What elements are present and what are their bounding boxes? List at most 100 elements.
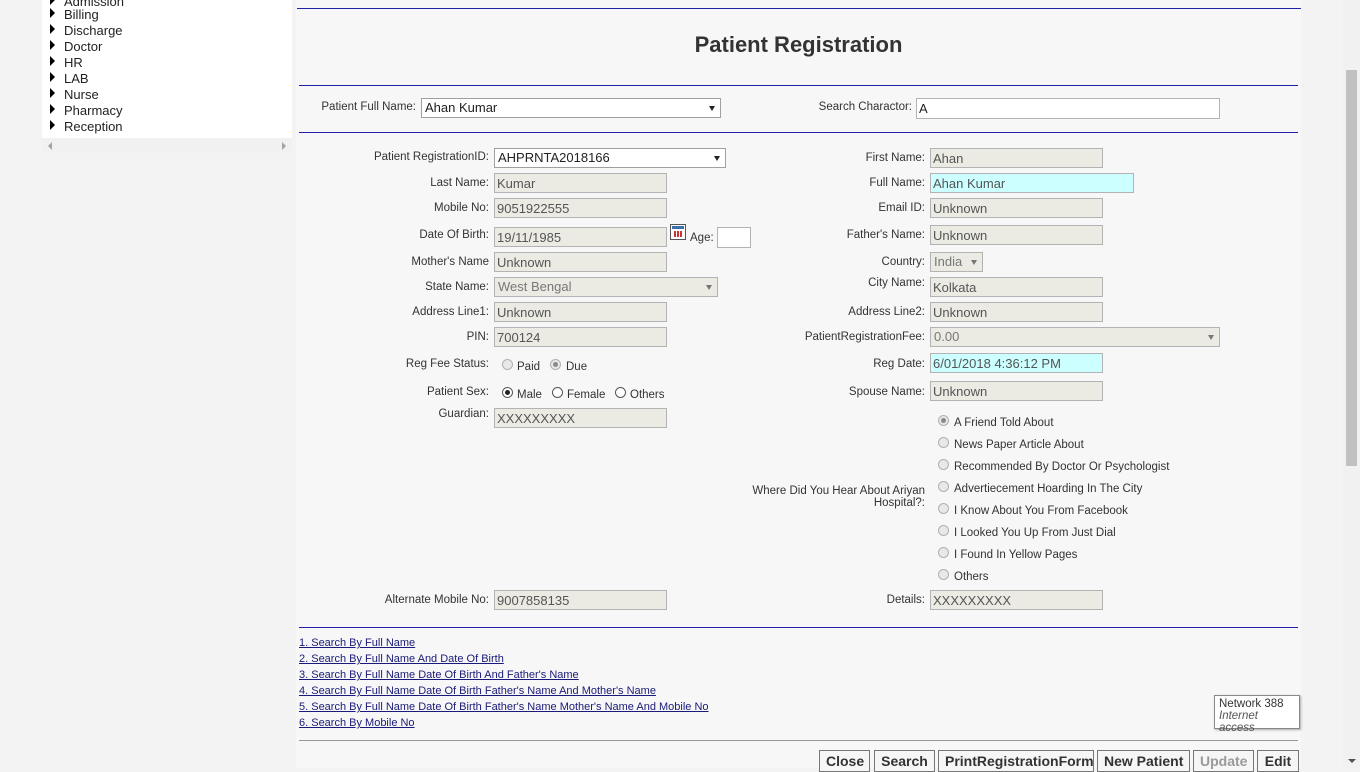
search-link-name-dob[interactable]: 2. Search By Full Name And Date Of Birth	[299, 653, 504, 665]
first-name-field[interactable]: Ahan	[930, 148, 1103, 168]
reg-date-field[interactable]: 6/01/2018 4:36:12 PM	[930, 353, 1103, 373]
registration-fee-dropdown[interactable]: 0.00	[930, 327, 1220, 347]
hear-about-option: I Looked You Up From Just Dial	[954, 527, 1116, 539]
scrollbar-thumb[interactable]	[1346, 70, 1357, 466]
reg-fee-paid-label: Paid	[517, 361, 541, 373]
sex-female-radio[interactable]	[552, 387, 563, 398]
hear-about-option: Others	[954, 571, 989, 583]
expand-triangle-icon[interactable]	[50, 24, 55, 34]
patient-full-name-label: Patient Full Name:	[321, 101, 416, 113]
address-line2-field[interactable]: Unknown	[930, 302, 1103, 322]
search-link-name-dob-father-mother-mobile[interactable]: 5. Search By Full Name Date Of Birth Fat…	[299, 701, 709, 713]
email-id-label: Email ID:	[878, 202, 925, 214]
tree-item-nurse[interactable]: Nurse	[50, 87, 99, 103]
hear-about-option: News Paper Article About	[954, 439, 1084, 451]
registration-id-label: Patient RegistrationID:	[373, 151, 489, 163]
expand-triangle-icon[interactable]	[50, 88, 55, 98]
network-tooltip: Network 388 Internet access	[1214, 695, 1300, 734]
hear-about-radio[interactable]	[938, 437, 949, 448]
scroll-left-icon[interactable]	[48, 142, 52, 150]
tree-item-doctor[interactable]: Doctor	[50, 39, 102, 55]
scroll-right-icon[interactable]	[282, 142, 286, 150]
hear-about-option: Recommended By Doctor Or Psychologist	[954, 461, 1170, 473]
search-link-full-name[interactable]: 1. Search By Full Name	[299, 637, 415, 649]
hear-about-radio[interactable]	[938, 569, 949, 580]
sex-male-radio[interactable]	[502, 387, 513, 398]
city-name-field[interactable]: Kolkata	[930, 277, 1103, 297]
hear-about-option: A Friend Told About	[954, 417, 1054, 429]
alternate-mobile-field[interactable]: 9007858135	[494, 590, 667, 610]
state-name-label: State Name:	[425, 281, 489, 293]
address-line1-label: Address Line1:	[412, 306, 489, 318]
details-field[interactable]: XXXXXXXXX	[930, 590, 1103, 610]
mothers-name-label: Mother's Name	[411, 256, 489, 268]
edit-button[interactable]: Edit	[1257, 750, 1299, 772]
reg-date-label: Reg Date:	[873, 358, 925, 370]
expand-triangle-icon[interactable]	[50, 120, 55, 130]
last-name-field[interactable]: Kumar	[494, 173, 667, 193]
reg-fee-paid-radio[interactable]	[502, 359, 513, 370]
expand-triangle-icon[interactable]	[50, 0, 55, 5]
registration-id-dropdown[interactable]: AHPRNTA2018166	[494, 148, 726, 168]
scroll-down-icon[interactable]	[1348, 759, 1356, 763]
hear-about-radio[interactable]	[938, 525, 949, 536]
tree-horizontal-scrollbar[interactable]	[42, 138, 292, 153]
hear-about-radio[interactable]	[938, 459, 949, 470]
guardian-field[interactable]: XXXXXXXXX	[494, 408, 667, 428]
tree-item-billing[interactable]: Billing	[50, 7, 99, 23]
tree-item-pharmacy[interactable]: Pharmacy	[50, 103, 123, 119]
country-dropdown[interactable]: India	[930, 252, 983, 272]
tree-item-discharge[interactable]: Discharge	[50, 23, 123, 39]
state-name-dropdown[interactable]: West Bengal	[494, 277, 718, 297]
full-name-field[interactable]: Ahan Kumar	[930, 173, 1134, 193]
chevron-down-icon	[1208, 335, 1214, 340]
hear-about-option: I Found In Yellow Pages	[954, 549, 1078, 561]
chevron-down-icon	[706, 285, 712, 290]
hear-about-radio[interactable]	[938, 503, 949, 514]
close-button[interactable]: Close	[819, 750, 870, 772]
city-name-label: City Name:	[868, 277, 925, 289]
fathers-name-label: Father's Name:	[846, 229, 925, 241]
update-button[interactable]: Update	[1193, 750, 1254, 772]
patient-full-name-dropdown[interactable]: Ahan Kumar	[421, 98, 721, 118]
expand-triangle-icon[interactable]	[50, 40, 55, 50]
fathers-name-field[interactable]: Unknown	[930, 225, 1103, 245]
email-id-field[interactable]: Unknown	[930, 198, 1103, 218]
tree-item-reception[interactable]: Reception	[50, 119, 123, 135]
pin-field[interactable]: 700124	[494, 327, 667, 347]
dob-label: Date Of Birth:	[419, 229, 489, 241]
tree-item-lab[interactable]: LAB	[50, 71, 89, 87]
full-name-label: Full Name:	[869, 177, 925, 189]
search-link-name-dob-father-mother[interactable]: 4. Search By Full Name Date Of Birth Fat…	[299, 685, 656, 697]
page-vertical-scrollbar[interactable]	[1343, 0, 1360, 768]
address-line1-field[interactable]: Unknown	[494, 302, 667, 322]
age-field[interactable]	[717, 227, 751, 248]
calendar-icon[interactable]	[670, 224, 686, 240]
hear-about-radio[interactable]	[938, 481, 949, 492]
reg-fee-due-radio[interactable]	[550, 359, 561, 370]
search-button[interactable]: Search	[874, 750, 935, 772]
print-registration-form-button[interactable]: PrintRegistrationForm	[938, 750, 1094, 772]
mothers-name-field[interactable]: Unknown	[494, 252, 667, 272]
expand-triangle-icon[interactable]	[50, 8, 55, 18]
search-charactor-input[interactable]: A	[916, 98, 1220, 119]
search-link-name-dob-father[interactable]: 3. Search By Full Name Date Of Birth And…	[299, 669, 579, 681]
tree-item-hr[interactable]: HR	[50, 55, 83, 71]
expand-triangle-icon[interactable]	[50, 56, 55, 66]
expand-triangle-icon[interactable]	[50, 72, 55, 82]
sex-others-radio[interactable]	[615, 387, 626, 398]
divider	[299, 85, 1298, 86]
pin-label: PIN:	[466, 331, 489, 343]
hear-about-radio[interactable]	[938, 415, 949, 426]
expand-triangle-icon[interactable]	[50, 104, 55, 114]
spouse-name-field[interactable]: Unknown	[930, 381, 1103, 401]
address-line2-label: Address Line2:	[848, 306, 925, 318]
mobile-no-field[interactable]: 9051922555	[494, 198, 667, 218]
hear-about-radio[interactable]	[938, 547, 949, 558]
divider	[299, 132, 1298, 133]
search-link-mobile[interactable]: 6. Search By Mobile No	[299, 717, 415, 729]
dob-field[interactable]: 19/11/1985	[494, 227, 667, 247]
hear-about-option: I Know About You From Facebook	[954, 505, 1128, 517]
hear-about-option: Advertiecement Hoarding In The City	[954, 483, 1143, 495]
new-patient-button[interactable]: New Patient	[1097, 750, 1190, 772]
